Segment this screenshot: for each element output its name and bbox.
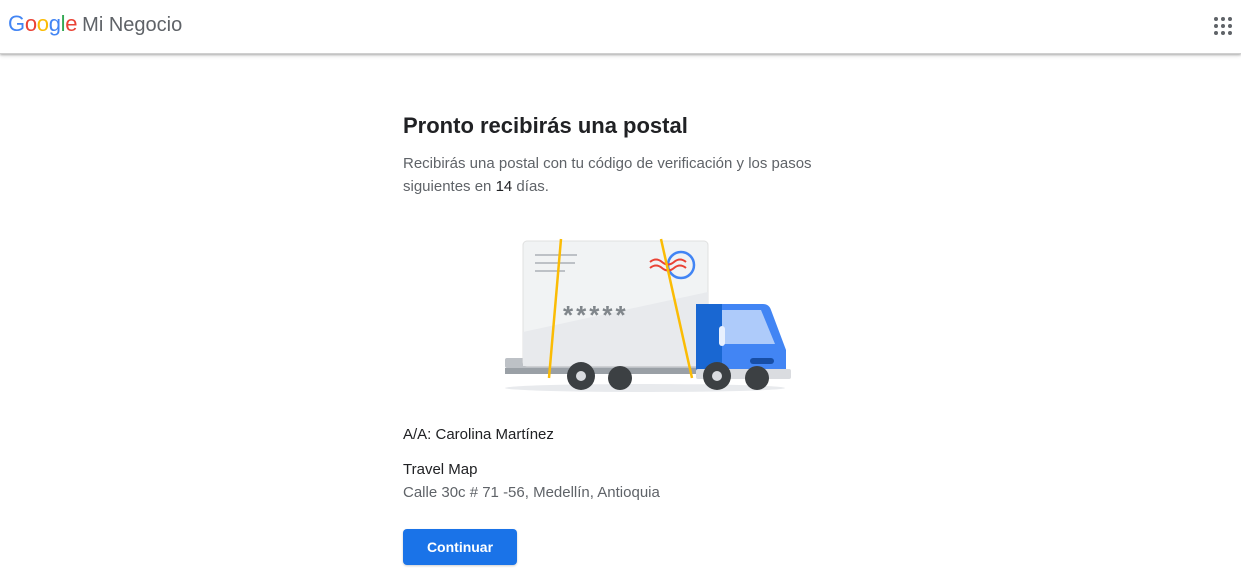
- apps-grid-icon[interactable]: [1211, 14, 1235, 38]
- postcard-info-section: Pronto recibirás una postal Recibirás un…: [403, 112, 823, 198]
- top-app-bar: Google Mi Negocio: [0, 0, 1241, 54]
- google-letter: o: [36, 11, 49, 36]
- google-my-business-logo[interactable]: Google Mi Negocio: [8, 11, 182, 39]
- continue-button[interactable]: Continuar: [403, 529, 517, 565]
- product-name: Mi Negocio: [82, 14, 183, 36]
- page-title: Pronto recibirás una postal: [403, 113, 688, 138]
- page-description: Recibirás una postal con tu código de ve…: [403, 152, 813, 198]
- business-name: Travel Map: [403, 461, 478, 478]
- recipient-name: A/A: Carolina Martínez: [403, 426, 554, 443]
- google-letter: G: [8, 11, 25, 36]
- google-letter: e: [65, 11, 78, 36]
- delivery-days: 14: [495, 178, 513, 195]
- google-letter: g: [48, 11, 61, 36]
- verification-code-mask: *****: [563, 300, 629, 330]
- description-text: Recibirás una postal con tu código de ve…: [403, 155, 812, 195]
- description-suffix: días.: [512, 178, 549, 195]
- delivery-truck-postcard-icon: *****: [495, 232, 800, 397]
- google-letter: o: [24, 11, 37, 36]
- google-wordmark: Google: [8, 11, 77, 37]
- business-address: Calle 30c # 71 -56, Medellín, Antioquia: [403, 484, 660, 501]
